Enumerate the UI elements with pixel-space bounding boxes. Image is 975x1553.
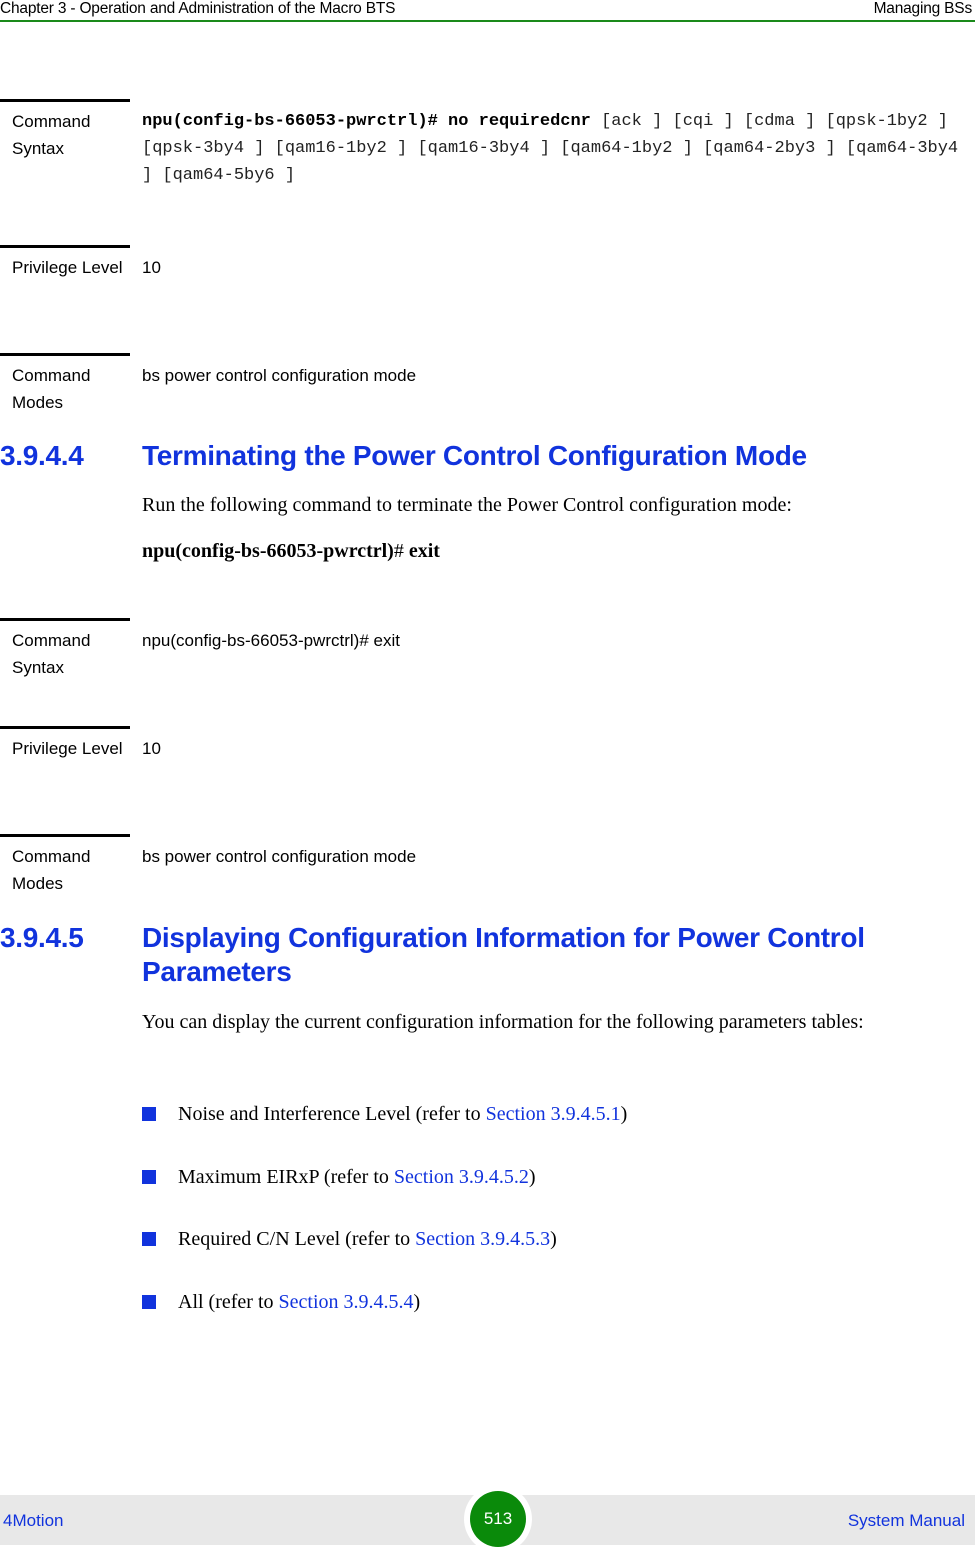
- row-divider: [0, 834, 130, 837]
- command-modes-value: bs power control configuration mode: [142, 847, 417, 866]
- command-keyword: exit: [403, 540, 440, 562]
- row-label: Command Syntax: [12, 112, 91, 158]
- command-syntax-value: npu(config-bs-66053-pwrctrl)# exit: [142, 631, 400, 650]
- section-title: Displaying Configuration Information for…: [142, 922, 865, 987]
- section-title: Managing BSs: [873, 0, 973, 17]
- section-intro: You can display the current configuratio…: [142, 1011, 864, 1033]
- command-example: npu(config-bs-66053-pwrctrl)# exit: [142, 540, 440, 563]
- bullet-square-icon: [142, 1295, 156, 1309]
- list-item-tail: ): [550, 1228, 557, 1250]
- bullet-square-icon: [142, 1232, 156, 1246]
- command-syntax-bold: npu(config-bs-66053-pwrctrl)# no require…: [142, 112, 591, 131]
- page-number-badge: 513: [470, 1491, 526, 1547]
- list-item-text: Maximum EIRxP (refer to: [178, 1166, 394, 1188]
- header-rule: [0, 20, 975, 22]
- section-link[interactable]: Section 3.9.4.5.3: [415, 1228, 550, 1250]
- chapter-title: Chapter 3 - Operation and Administration…: [0, 0, 396, 17]
- row-label: Privilege Level: [12, 258, 123, 277]
- product-name: 4Motion: [3, 1511, 64, 1530]
- command-hash: #: [393, 540, 404, 562]
- section-number: 3.9.4.4: [0, 440, 84, 471]
- section-link[interactable]: Section 3.9.4.5.4: [279, 1291, 414, 1313]
- row-divider: [0, 99, 130, 102]
- row-label: Privilege Level: [12, 739, 123, 758]
- page-footer: 4Motion 513 System Manual: [0, 1485, 975, 1553]
- row-divider: [0, 726, 130, 729]
- command-prefix: npu(config-bs-66053-pwrctrl): [142, 540, 394, 562]
- bullet-square-icon: [142, 1107, 156, 1121]
- command-syntax-value: npu(config-bs-66053-pwrctrl)# no require…: [142, 108, 962, 189]
- row-divider: [0, 618, 130, 621]
- list-item-text: All (refer to: [178, 1291, 279, 1313]
- list-item-text: Noise and Interference Level (refer to: [178, 1103, 486, 1125]
- list-item-tail: ): [413, 1291, 421, 1313]
- list-item-text: Required C/N Level (refer to: [178, 1228, 416, 1250]
- row-label: Command Syntax: [12, 631, 91, 677]
- document-name: System Manual: [847, 1511, 965, 1530]
- command-modes-value: bs power control configuration mode: [142, 366, 417, 385]
- privilege-level-value: 10: [142, 258, 161, 277]
- row-label: Command Modes: [12, 366, 91, 412]
- section-number: 3.9.4.5: [0, 922, 84, 953]
- row-divider: [0, 353, 130, 356]
- row-label: Command Modes: [12, 847, 91, 893]
- privilege-level-value: 10: [142, 739, 161, 758]
- section-link[interactable]: Section 3.9.4.5.2: [394, 1166, 529, 1188]
- bullet-square-icon: [142, 1170, 156, 1184]
- section-intro: Run the following command to terminate t…: [142, 494, 792, 516]
- page-header: Chapter 3 - Operation and Administration…: [0, 0, 975, 22]
- list-item-tail: ): [620, 1103, 628, 1125]
- section-title: Terminating the Power Control Configurat…: [142, 440, 807, 471]
- section-link[interactable]: Section 3.9.4.5.1: [486, 1103, 621, 1125]
- row-divider: [0, 245, 130, 248]
- list-item-tail: ): [528, 1166, 536, 1188]
